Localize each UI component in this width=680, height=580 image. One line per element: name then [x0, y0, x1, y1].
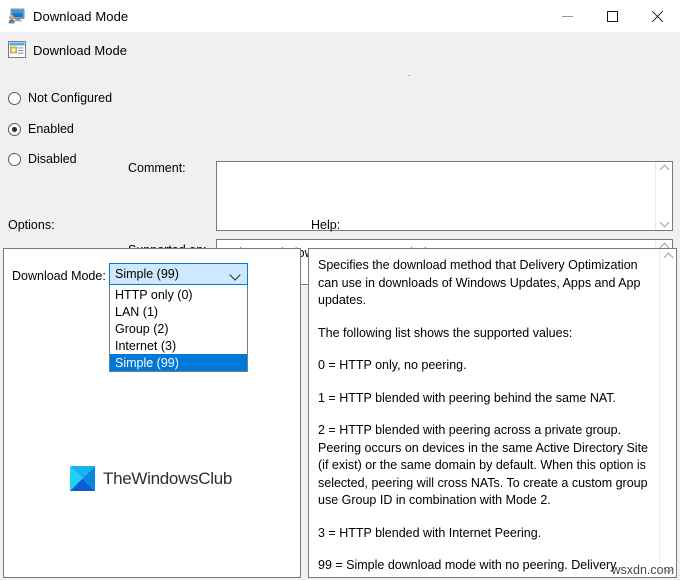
window-title: Download Mode — [33, 8, 129, 24]
setting-window-icon — [8, 41, 26, 58]
radio-disabled[interactable]: Disabled — [8, 150, 77, 168]
radio-indicator-enabled — [8, 122, 21, 136]
dropdown-item-internet[interactable]: Internet (3) — [110, 337, 247, 354]
download-mode-combobox[interactable]: Simple (99) — [109, 263, 248, 285]
help-section-label: Help: — [311, 218, 341, 232]
dropdown-item-group[interactable]: Group (2) — [110, 320, 247, 337]
thewindowsclub-logo-icon — [70, 466, 95, 491]
thewindowsclub-logo-text: TheWindowsClub — [103, 468, 233, 488]
radio-label-enabled: Enabled — [28, 122, 74, 136]
download-mode-dropdown-list[interactable]: HTTP only (0) LAN (1) Group (2) Internet… — [109, 285, 248, 372]
radio-not-configured[interactable]: Not Configured — [8, 89, 112, 107]
comment-scrollbar[interactable] — [655, 162, 672, 230]
watermark: wsxdn.com — [611, 563, 674, 577]
dropdown-item-http-only[interactable]: HTTP only (0) — [110, 286, 247, 303]
radio-indicator-disabled — [8, 152, 21, 166]
help-text-content: Specifies the download method that Deliv… — [309, 249, 659, 577]
thewindowsclub-logo: TheWindowsClub — [70, 466, 232, 491]
radio-enabled[interactable]: Enabled — [8, 120, 74, 138]
radio-label-disabled: Disabled — [28, 152, 77, 166]
download-mode-label: Download Mode: — [12, 269, 106, 283]
help-scrollbar[interactable] — [659, 249, 676, 577]
comment-label: Comment: — [128, 161, 186, 175]
minimize-icon — [562, 15, 573, 17]
radio-indicator-not-configured — [8, 91, 21, 105]
help-paragraph: The following list shows the supported v… — [318, 325, 573, 340]
chevron-down-icon[interactable] — [231, 271, 240, 280]
help-paragraph: 3 = HTTP blended with Internet Peering. — [318, 525, 542, 540]
group-policy-setting-window: Download Mode Download Mode Not Configur… — [0, 0, 680, 580]
help-paragraph: 1 = HTTP blended with peering behind the… — [318, 390, 616, 405]
download-mode-selected-value: Simple (99) — [115, 267, 179, 281]
close-icon — [651, 10, 664, 23]
maximize-button[interactable] — [590, 0, 635, 32]
chevron-up-icon[interactable] — [660, 164, 669, 173]
options-section-label: Options: — [8, 218, 55, 232]
help-paragraph: Specifies the download method that Deliv… — [318, 258, 641, 307]
maximize-icon — [607, 10, 618, 22]
comment-value[interactable] — [217, 162, 655, 230]
minimize-button[interactable] — [545, 0, 590, 32]
window-controls — [545, 0, 680, 32]
help-paragraph: 0 = HTTP only, no peering. — [318, 358, 467, 372]
radio-label-not-configured: Not Configured — [28, 91, 113, 105]
close-button[interactable] — [635, 0, 680, 32]
setting-title: Download Mode — [33, 43, 127, 58]
chevron-up-icon[interactable] — [664, 252, 673, 261]
state-section: Not Configured Enabled Disabled Comment:… — [0, 76, 680, 285]
help-panel: Specifies the download method that Deliv… — [308, 248, 677, 578]
dropdown-item-lan[interactable]: LAN (1) — [110, 303, 247, 320]
chevron-down-icon[interactable] — [660, 219, 669, 228]
comment-textbox[interactable] — [216, 161, 673, 231]
policy-setting-icon — [8, 8, 25, 24]
title-bar: Download Mode — [0, 0, 680, 32]
setting-toolbar: Download Mode Previous Setting Next Sett… — [0, 32, 680, 102]
help-paragraph: 99 = Simple download mode with no peerin… — [318, 558, 622, 577]
dropdown-item-simple[interactable]: Simple (99) — [110, 354, 247, 371]
help-paragraph: 2 = HTTP blended with peering across a p… — [318, 423, 649, 507]
